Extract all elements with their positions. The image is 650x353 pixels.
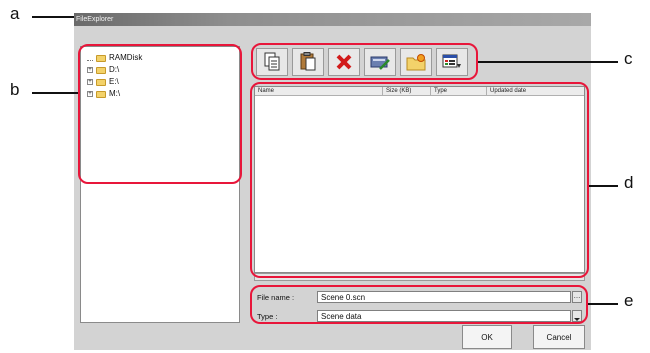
title-bar[interactable] bbox=[74, 13, 591, 26]
cancel-button[interactable]: Cancel bbox=[533, 325, 585, 349]
window-title: FileExplorer bbox=[76, 16, 114, 23]
callout-line-c bbox=[478, 61, 618, 63]
callout-label-d: d bbox=[624, 173, 634, 192]
callout-line-d bbox=[589, 185, 618, 187]
callout-line-a bbox=[32, 16, 74, 18]
callout-label-e: e bbox=[624, 291, 634, 310]
callout-label-c: c bbox=[624, 49, 633, 68]
callout-line-b bbox=[32, 92, 78, 94]
callout-line-e bbox=[588, 303, 618, 305]
callout-label-b: b bbox=[10, 80, 20, 99]
callout-label-a: a bbox=[10, 4, 20, 23]
callout-box-e bbox=[250, 285, 588, 324]
ok-button[interactable]: OK bbox=[462, 325, 512, 349]
callout-box-c bbox=[251, 43, 478, 80]
callout-box-d bbox=[250, 82, 589, 278]
callout-box-b bbox=[78, 44, 242, 184]
